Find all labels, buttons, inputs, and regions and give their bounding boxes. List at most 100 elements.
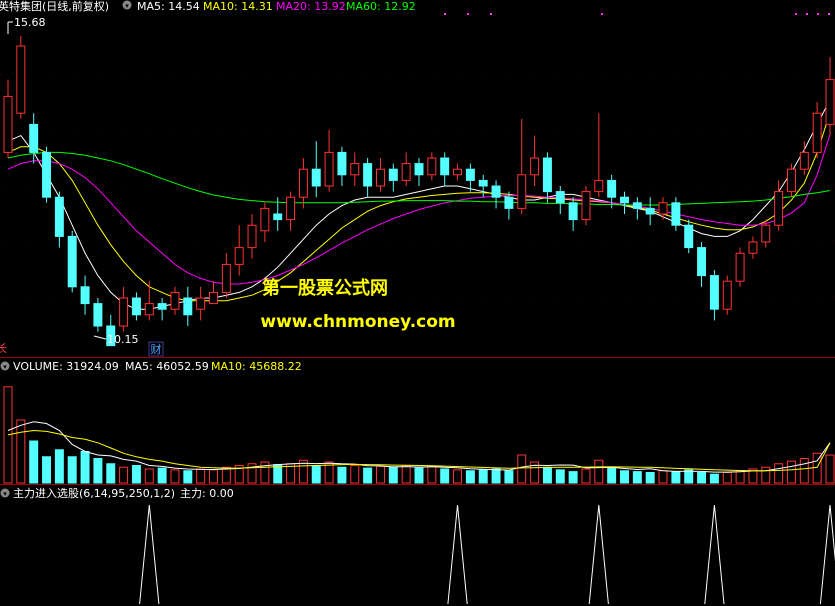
- indicator-title: 主力进入选股(6,14,95,250,1,2): [13, 487, 175, 500]
- volume-bar: [504, 470, 514, 484]
- volume-bar: [491, 468, 501, 484]
- event-marker[interactable]: 财: [151, 342, 162, 356]
- legend-ma20: MA20: 13.92: [276, 0, 346, 13]
- volume-bar: [722, 472, 732, 484]
- chevron-down-icon: ▾: [3, 363, 7, 371]
- legend-volume-ma10: MA10: 45688.22: [211, 360, 302, 373]
- indicator-header: ▾ 主力进入选股(6,14,95,250,1,2) 主力: 0.00: [0, 487, 234, 500]
- price-panel-title: 英特集团(日线,前复权): [0, 0, 109, 13]
- volume-bar: [144, 468, 154, 484]
- candle-body: [671, 202, 681, 226]
- candle-body: [555, 191, 565, 204]
- volume-bar: [825, 454, 835, 484]
- volume-bar: [170, 469, 180, 484]
- candle-body: [247, 224, 257, 249]
- candle-body: [350, 163, 360, 176]
- volume-bar: [645, 472, 655, 484]
- candle-body: [786, 168, 796, 193]
- side-marker: 长: [0, 342, 7, 355]
- volume-bar: [414, 467, 424, 484]
- volume-bar: [581, 468, 591, 484]
- low-price-label: 10.15: [107, 333, 139, 346]
- candle-body: [401, 163, 411, 181]
- candle-body: [42, 151, 52, 198]
- candle-body: [16, 45, 26, 114]
- candle-body: [761, 224, 771, 243]
- volume-bar: [786, 460, 796, 484]
- signal-dot: [795, 13, 797, 15]
- candle-body: [709, 275, 719, 310]
- volume-bar: [131, 465, 141, 484]
- volume-bar: [658, 470, 668, 484]
- volume-bar: [157, 467, 167, 484]
- volume-bar: [311, 465, 321, 484]
- legend-volume-ma5: MA5: 46052.59: [125, 360, 209, 373]
- volume-bar: [735, 470, 745, 484]
- volume-bar: [697, 472, 707, 484]
- volume-header: ▾ VOLUME: 31924.09 MA5: 46052.59 MA10: 4…: [0, 360, 302, 373]
- watermark-line2: www.chnmoney.com: [260, 312, 455, 332]
- volume-bar: [388, 466, 398, 484]
- candle-body: [427, 157, 437, 176]
- signal-dot: [828, 13, 830, 15]
- volume-bar: [183, 470, 193, 484]
- candle-body: [607, 179, 617, 198]
- chevron-down-icon: ▾: [3, 490, 7, 498]
- volume-bar: [453, 469, 463, 484]
- candle-body: [517, 174, 527, 209]
- signal-dot: [490, 13, 492, 15]
- candle-body: [311, 168, 321, 187]
- candle-body: [440, 157, 450, 176]
- candle-body: [3, 95, 13, 153]
- candle-body: [363, 163, 373, 187]
- candle-body: [465, 168, 475, 181]
- indicator-value: 主力: 0.00: [180, 487, 234, 500]
- volume-bar: [555, 469, 565, 484]
- candle-body: [131, 297, 141, 316]
- volume-bar: [221, 466, 231, 484]
- candle-body: [144, 303, 154, 316]
- candle-body: [748, 241, 758, 254]
- candle-body: [697, 247, 707, 277]
- volume-bar: [568, 471, 578, 484]
- candle-body: [645, 207, 655, 215]
- legend-volume: VOLUME: 31924.09: [13, 360, 119, 373]
- candle-body: [286, 196, 296, 221]
- volume-bar: [542, 466, 552, 484]
- candle-body: [478, 179, 488, 187]
- high-price-label: 15.68: [14, 16, 46, 29]
- candle-body: [774, 191, 784, 226]
- watermark-line1: 第一股票公式网: [262, 277, 388, 299]
- volume-bar: [16, 419, 26, 484]
- candle-body: [825, 79, 835, 125]
- volume-bar: [54, 449, 64, 484]
- candle-body: [632, 202, 642, 209]
- volume-bar: [401, 465, 411, 484]
- candle-body: [298, 168, 308, 198]
- signal-dot: [806, 13, 808, 15]
- event-marker-group[interactable]: 财: [148, 341, 164, 357]
- candle-body: [568, 202, 578, 221]
- candle-body: [375, 168, 385, 187]
- candle-body: [260, 207, 270, 232]
- candle-body: [209, 291, 218, 305]
- volume-bar: [196, 468, 206, 484]
- candle-body: [722, 280, 732, 310]
- candle-body: [542, 157, 552, 193]
- candle-body: [414, 163, 424, 176]
- candle-body: [337, 151, 347, 176]
- volume-bar: [119, 466, 129, 484]
- candle-body: [234, 247, 244, 265]
- chart-canvas: 英特集团(日线,前复权) ▾ MA5: 14.54 MA10: 14.31 MA…: [0, 0, 835, 606]
- volume-bar: [350, 465, 360, 484]
- volume-bar: [594, 459, 604, 484]
- volume-bar: [209, 469, 218, 484]
- candle-body: [157, 303, 167, 310]
- volume-bar: [93, 458, 103, 484]
- volume-bar: [632, 471, 642, 484]
- volume-bar: [774, 463, 784, 484]
- volume-bar: [478, 469, 488, 484]
- candle-body: [324, 151, 334, 187]
- legend-ma5: MA5: 14.54: [137, 0, 200, 13]
- volume-bar: [620, 470, 629, 484]
